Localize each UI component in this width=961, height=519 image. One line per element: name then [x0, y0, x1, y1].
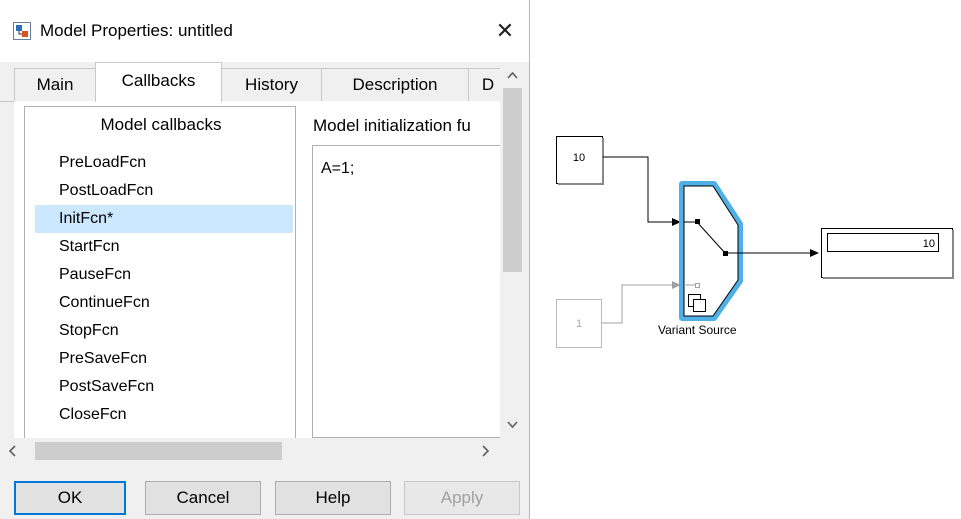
chevron-left-icon[interactable]	[4, 442, 22, 460]
constant-inactive-value: 1	[576, 318, 582, 330]
horizontal-scrollbar[interactable]	[0, 438, 500, 464]
chevron-right-icon[interactable]	[476, 442, 494, 460]
dialog-buttons: OK Cancel Help Apply	[0, 478, 529, 519]
vertical-scroll-thumb[interactable]	[503, 88, 522, 272]
callback-item-presavefcn[interactable]: PreSaveFcn	[35, 345, 293, 373]
callback-code-editor[interactable]: A=1;	[312, 145, 512, 438]
editor-label: Model initialization fu	[313, 116, 471, 135]
variant-source-label: Variant Source	[658, 323, 737, 337]
callbacks-list[interactable]: Model callbacks PreLoadFcn PostLoadFcn I…	[24, 106, 296, 438]
callback-item-stopfcn[interactable]: StopFcn	[35, 317, 293, 345]
close-icon: ✕	[495, 18, 515, 43]
callback-item-continuefcn[interactable]: ContinueFcn	[35, 289, 293, 317]
chevron-down-icon[interactable]	[500, 416, 525, 434]
close-button[interactable]: ✕	[488, 14, 522, 48]
callback-item-pausefcn[interactable]: PauseFcn	[35, 261, 293, 289]
callback-item-startfcn[interactable]: StartFcn	[35, 233, 293, 261]
simulink-diagram: 10 1 10 Variant Source	[530, 0, 961, 519]
tab-strip: Main Callbacks History Description D	[0, 62, 529, 102]
display-block[interactable]	[821, 228, 955, 280]
callback-item-postloadfcn[interactable]: PostLoadFcn	[35, 177, 293, 205]
vertical-scrollbar[interactable]	[500, 62, 525, 438]
help-button[interactable]: Help	[275, 481, 391, 515]
tab-description[interactable]: Description	[321, 68, 469, 102]
simulink-model-icon	[13, 22, 31, 40]
callbacks-list-header: Model callbacks	[100, 115, 222, 134]
title-bar[interactable]: Model Properties: untitled ✕	[0, 0, 529, 62]
display-value: 10	[923, 238, 935, 250]
cancel-button[interactable]: Cancel	[145, 481, 261, 515]
chevron-up-icon[interactable]	[500, 66, 525, 84]
tab-history[interactable]: History	[221, 68, 322, 102]
callback-item-postsavefcn[interactable]: PostSaveFcn	[35, 373, 293, 401]
callback-item-closefcn[interactable]: CloseFcn	[35, 401, 293, 429]
callback-item-preloadfcn[interactable]: PreLoadFcn	[35, 149, 293, 177]
horizontal-scroll-thumb[interactable]	[35, 442, 282, 460]
dialog-title: Model Properties: untitled	[40, 21, 233, 40]
signal-line-inactive[interactable]	[602, 281, 681, 324]
tab-main[interactable]: Main	[14, 68, 96, 102]
ok-button[interactable]: OK	[14, 481, 126, 515]
diagram-canvas: 10 1 10	[556, 136, 955, 348]
model-properties-dialog: Model Properties: untitled ✕ Main Callba…	[0, 0, 530, 519]
constant-active-value: 10	[573, 152, 585, 164]
tab-callbacks[interactable]: Callbacks	[95, 62, 222, 102]
callback-item-initfcn[interactable]: InitFcn*	[35, 205, 293, 233]
apply-button[interactable]: Apply	[404, 481, 520, 515]
signal-line-active[interactable]	[603, 156, 681, 226]
